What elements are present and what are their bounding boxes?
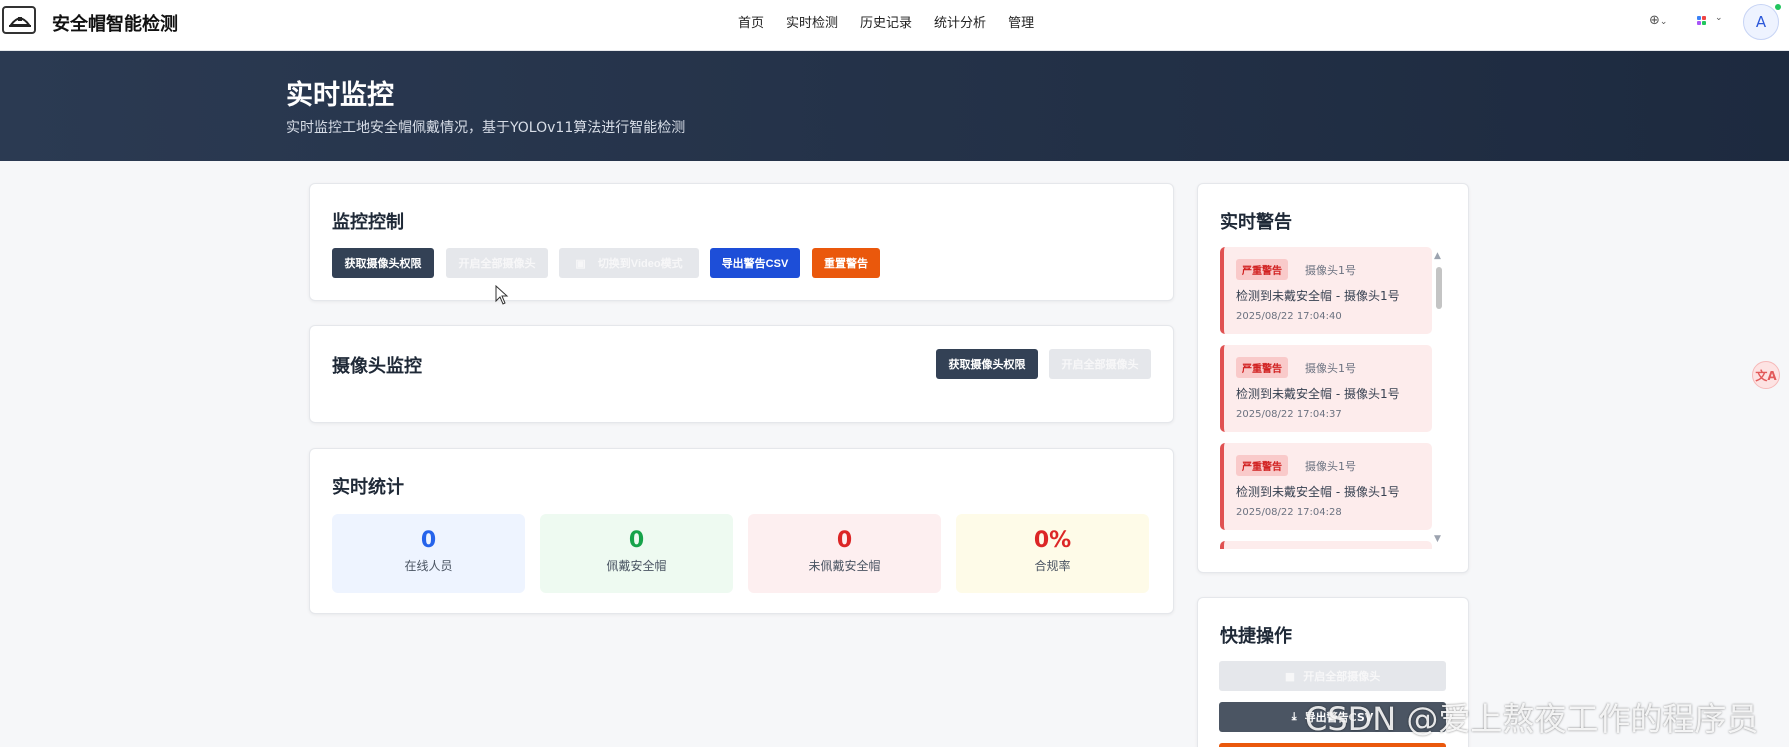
open-all-cameras-button[interactable]: 开启全部摄像头	[1049, 349, 1151, 379]
alert-item[interactable]: 严重警告 摄像头1号 检测到未戴安全帽 - 摄像头1号 2025/08/22 1…	[1220, 247, 1432, 334]
nav-realtime-detection[interactable]: 实时检测	[786, 12, 838, 31]
camera-permission-button[interactable]: 获取摄像头权限	[332, 248, 434, 278]
stat-value: 0	[420, 528, 437, 553]
stat-helmet-worn: 0 佩戴安全帽	[540, 514, 733, 593]
stat-value: 0%	[1033, 528, 1072, 553]
alert-list[interactable]: 严重警告 摄像头1号 检测到未戴安全帽 - 摄像头1号 2025/08/22 1…	[1220, 247, 1432, 549]
quick-open-all-label: 开启全部摄像头	[1303, 670, 1381, 683]
alert-camera: 摄像头1号	[1305, 362, 1356, 375]
image-icon: ▣	[575, 257, 586, 270]
alert-scrollbar[interactable]: ▲ ▼	[1434, 251, 1444, 545]
camera-monitor-card: 摄像头监控 获取摄像头权限 开启全部摄像头	[309, 325, 1174, 423]
alert-message: 检测到未戴安全帽 - 摄像头1号	[1236, 387, 1400, 401]
switch-video-mode-button[interactable]: ▣ 切换到Video模式	[559, 248, 699, 278]
main-nav: 首页 实时检测 历史记录 统计分析 管理	[738, 12, 1034, 31]
page-title: 实时监控	[286, 80, 394, 111]
online-status-dot	[1775, 4, 1781, 10]
card-title: 摄像头监控	[332, 356, 422, 377]
alert-camera: 摄像头1号	[1305, 460, 1356, 473]
alert-message: 检测到未戴安全帽 - 摄像头1号	[1236, 485, 1400, 499]
realtime-alerts-card: 实时警告 严重警告 摄像头1号 检测到未戴安全帽 - 摄像头1号 2025/08…	[1197, 183, 1469, 573]
helmet-logo-icon	[2, 6, 36, 34]
nav-statistics[interactable]: 统计分析	[934, 12, 986, 31]
stat-value: 0	[628, 528, 645, 553]
globe-icon: ⊕	[1649, 13, 1660, 28]
severity-badge: 严重警告	[1236, 357, 1288, 378]
card-title: 实时警告	[1220, 212, 1292, 233]
alert-item-partial[interactable]	[1220, 541, 1432, 549]
alert-time: 2025/08/22 17:04:37	[1236, 409, 1342, 420]
card-title: 快捷操作	[1220, 626, 1292, 647]
nav-history[interactable]: 历史记录	[860, 12, 912, 31]
mouse-cursor-icon	[495, 285, 509, 305]
scroll-up-icon[interactable]: ▲	[1434, 251, 1441, 261]
stat-label: 在线人员	[404, 559, 453, 573]
switch-video-label: 切换到Video模式	[597, 258, 683, 270]
scroll-thumb[interactable]	[1436, 267, 1442, 309]
chevron-down-icon: ⌄	[1659, 17, 1668, 27]
stat-helmet-missing: 0 未佩戴安全帽	[748, 514, 941, 593]
realtime-stats-card: 实时统计 0 在线人员 0 佩戴安全帽 0 未佩戴安全帽 0% 合规率	[309, 448, 1174, 614]
open-all-cameras-button[interactable]: 开启全部摄像头	[446, 248, 548, 278]
chevron-down-icon: ⌄	[1715, 13, 1723, 23]
monitor-control-card: 监控控制 获取摄像头权限 开启全部摄像头 ▣ 切换到Video模式 导出警告CSV…	[309, 183, 1174, 301]
download-icon: ⤓	[1291, 710, 1297, 723]
page-subtitle: 实时监控工地安全帽佩戴情况，基于YOLOv11算法进行智能检测	[286, 120, 686, 136]
stat-value: 0	[836, 528, 853, 553]
card-title: 监控控制	[332, 212, 404, 233]
severity-badge: 严重警告	[1236, 259, 1288, 280]
alert-time: 2025/08/22 17:04:40	[1236, 311, 1342, 322]
app-title: 安全帽智能检测	[52, 14, 178, 35]
avatar[interactable]: A	[1743, 4, 1779, 40]
quick-open-all-cameras-button[interactable]: ■ 开启全部摄像头	[1219, 661, 1446, 691]
camera-permission-button[interactable]: 获取摄像头权限	[936, 349, 1038, 379]
top-navbar: 安全帽智能检测 首页 实时检测 历史记录 统计分析 管理 ⊕⌄ ⌄ A	[0, 0, 1789, 51]
alert-item[interactable]: 严重警告 摄像头1号 检测到未戴安全帽 - 摄像头1号 2025/08/22 1…	[1220, 443, 1432, 530]
video-camera-icon: ■	[1284, 669, 1296, 683]
alert-time: 2025/08/22 17:04:28	[1236, 507, 1342, 518]
hero-banner: 实时监控 实时监控工地安全帽佩戴情况，基于YOLOv11算法进行智能检测	[0, 51, 1789, 161]
stat-compliance-rate: 0% 合规率	[956, 514, 1149, 593]
alert-camera: 摄像头1号	[1305, 264, 1356, 277]
card-title: 实时统计	[332, 477, 404, 498]
nav-admin[interactable]: 管理	[1008, 12, 1034, 31]
watermark: CSDN @爱上熬夜工作的程序员	[1305, 700, 1759, 738]
reset-alerts-button[interactable]: 重置警告	[812, 248, 880, 278]
stat-label: 未佩戴安全帽	[808, 559, 881, 573]
apps-menu[interactable]: ⌄	[1697, 13, 1729, 29]
language-switch[interactable]: ⊕⌄	[1649, 13, 1681, 28]
stat-label: 佩戴安全帽	[606, 559, 667, 573]
nav-home[interactable]: 首页	[738, 12, 764, 31]
severity-badge: 严重警告	[1236, 455, 1288, 476]
quick-reset-button-partial[interactable]	[1219, 743, 1446, 747]
scroll-down-icon[interactable]: ▼	[1434, 534, 1441, 544]
alert-item[interactable]: 严重警告 摄像头1号 检测到未戴安全帽 - 摄像头1号 2025/08/22 1…	[1220, 345, 1432, 432]
stat-label: 合规率	[1034, 559, 1071, 573]
alert-message: 检测到未戴安全帽 - 摄像头1号	[1236, 289, 1400, 303]
translate-icon[interactable]: 文A	[1752, 361, 1780, 389]
export-csv-button[interactable]: 导出警告CSV	[710, 248, 800, 278]
stat-online-personnel: 0 在线人员	[332, 514, 525, 593]
